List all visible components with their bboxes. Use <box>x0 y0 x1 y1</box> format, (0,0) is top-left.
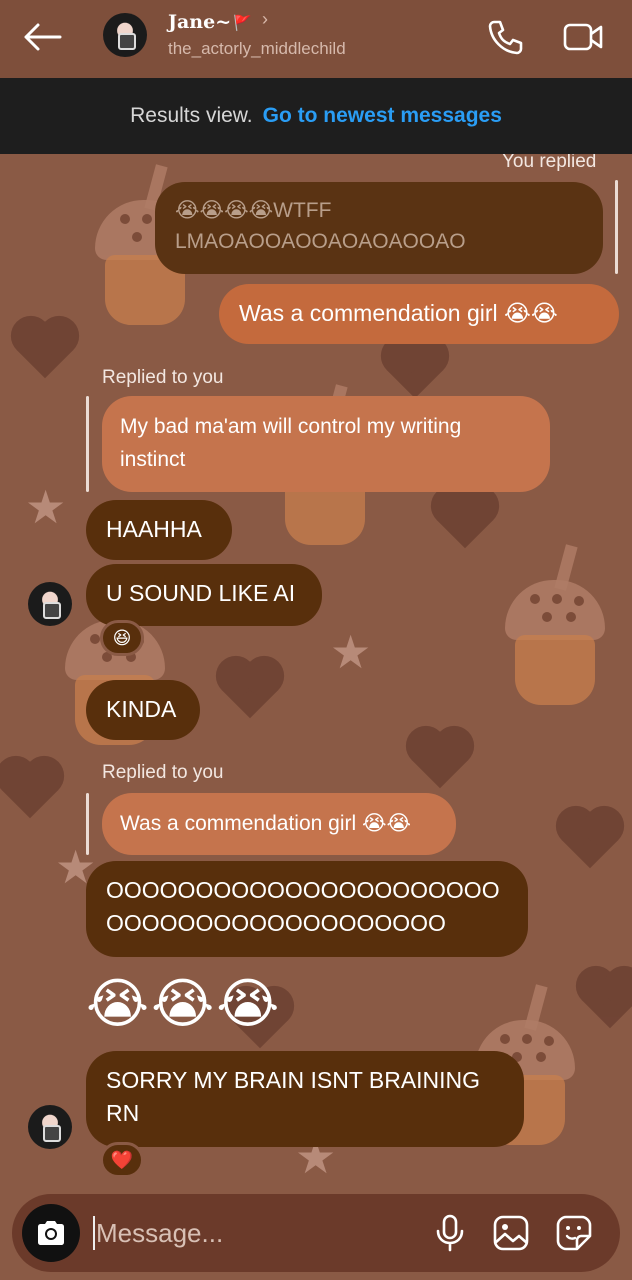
contact-avatar[interactable] <box>103 13 147 57</box>
text-cursor <box>93 1216 95 1250</box>
microphone-icon[interactable] <box>432 1214 468 1252</box>
sticker-icon[interactable] <box>555 1214 593 1252</box>
you-replied-label: You replied <box>502 151 597 172</box>
replied-to-you-label: Replied to you <box>102 367 224 388</box>
quoted-message[interactable]: My bad ma'am will control my writing ins… <box>102 396 550 492</box>
back-arrow-icon[interactable] <box>22 22 62 52</box>
video-camera-icon[interactable] <box>562 19 604 55</box>
sender-avatar[interactable] <box>28 1105 72 1149</box>
received-message[interactable]: KINDA <box>86 680 200 740</box>
replied-to-you-label: Replied to you <box>102 762 224 783</box>
sender-avatar[interactable] <box>28 582 72 626</box>
reaction-badge[interactable]: ❤️ <box>100 1142 144 1178</box>
message-composer <box>12 1194 620 1272</box>
received-message[interactable]: OOOOOOOOOOOOOOOOOOOOOO OOOOOOOOOOOOOOOOO… <box>86 861 528 957</box>
contact-username[interactable]: the_actorly_middlechild <box>168 39 346 59</box>
sent-message[interactable]: Was a commendation girl 😭😭 <box>219 284 619 344</box>
camera-icon <box>38 1221 64 1245</box>
go-to-newest-link[interactable]: Go to newest messages <box>263 104 502 128</box>
red-flag-icon: 🚩 <box>233 14 252 32</box>
reaction-badge[interactable]: 😆 <box>100 620 144 656</box>
phone-icon[interactable] <box>486 18 524 56</box>
quoted-line: 😭😭😭😭WTFF <box>175 199 332 222</box>
received-message[interactable]: HAAHHA <box>86 500 232 560</box>
quoted-line: LMAOAOOAOOAOAOAOOAO <box>175 230 466 253</box>
crying-emoji-message[interactable]: 😭😭😭 <box>86 972 281 1035</box>
message-list[interactable]: You replied 😭😭😭😭WTFF LMAOAOOAOOAOAOAOOAO… <box>0 151 632 1194</box>
gallery-icon[interactable] <box>492 1214 530 1252</box>
results-view-banner: Results view. Go to newest messages <box>0 78 632 154</box>
camera-button[interactable] <box>22 1204 80 1262</box>
reply-indicator-bar <box>615 180 618 274</box>
received-message[interactable]: U SOUND LIKE AI <box>86 564 322 626</box>
message-input[interactable] <box>96 1212 396 1254</box>
contact-name[interactable]: Jane~ 🚩 <box>168 11 252 33</box>
quoted-message[interactable]: Was a commendation girl 😭😭 <box>102 793 456 855</box>
reply-indicator-bar <box>86 793 89 855</box>
chevron-right-icon[interactable]: › <box>262 9 268 30</box>
received-message[interactable]: SORRY MY BRAIN ISNT BRAINING RN <box>86 1051 524 1147</box>
reply-indicator-bar <box>86 396 89 492</box>
quoted-message[interactable]: 😭😭😭😭WTFF LMAOAOOAOOAOAOAOOAO <box>155 182 603 274</box>
chat-header: Jane~ 🚩 › the_actorly_middlechild <box>0 0 632 78</box>
results-view-label: Results view. <box>130 104 253 127</box>
